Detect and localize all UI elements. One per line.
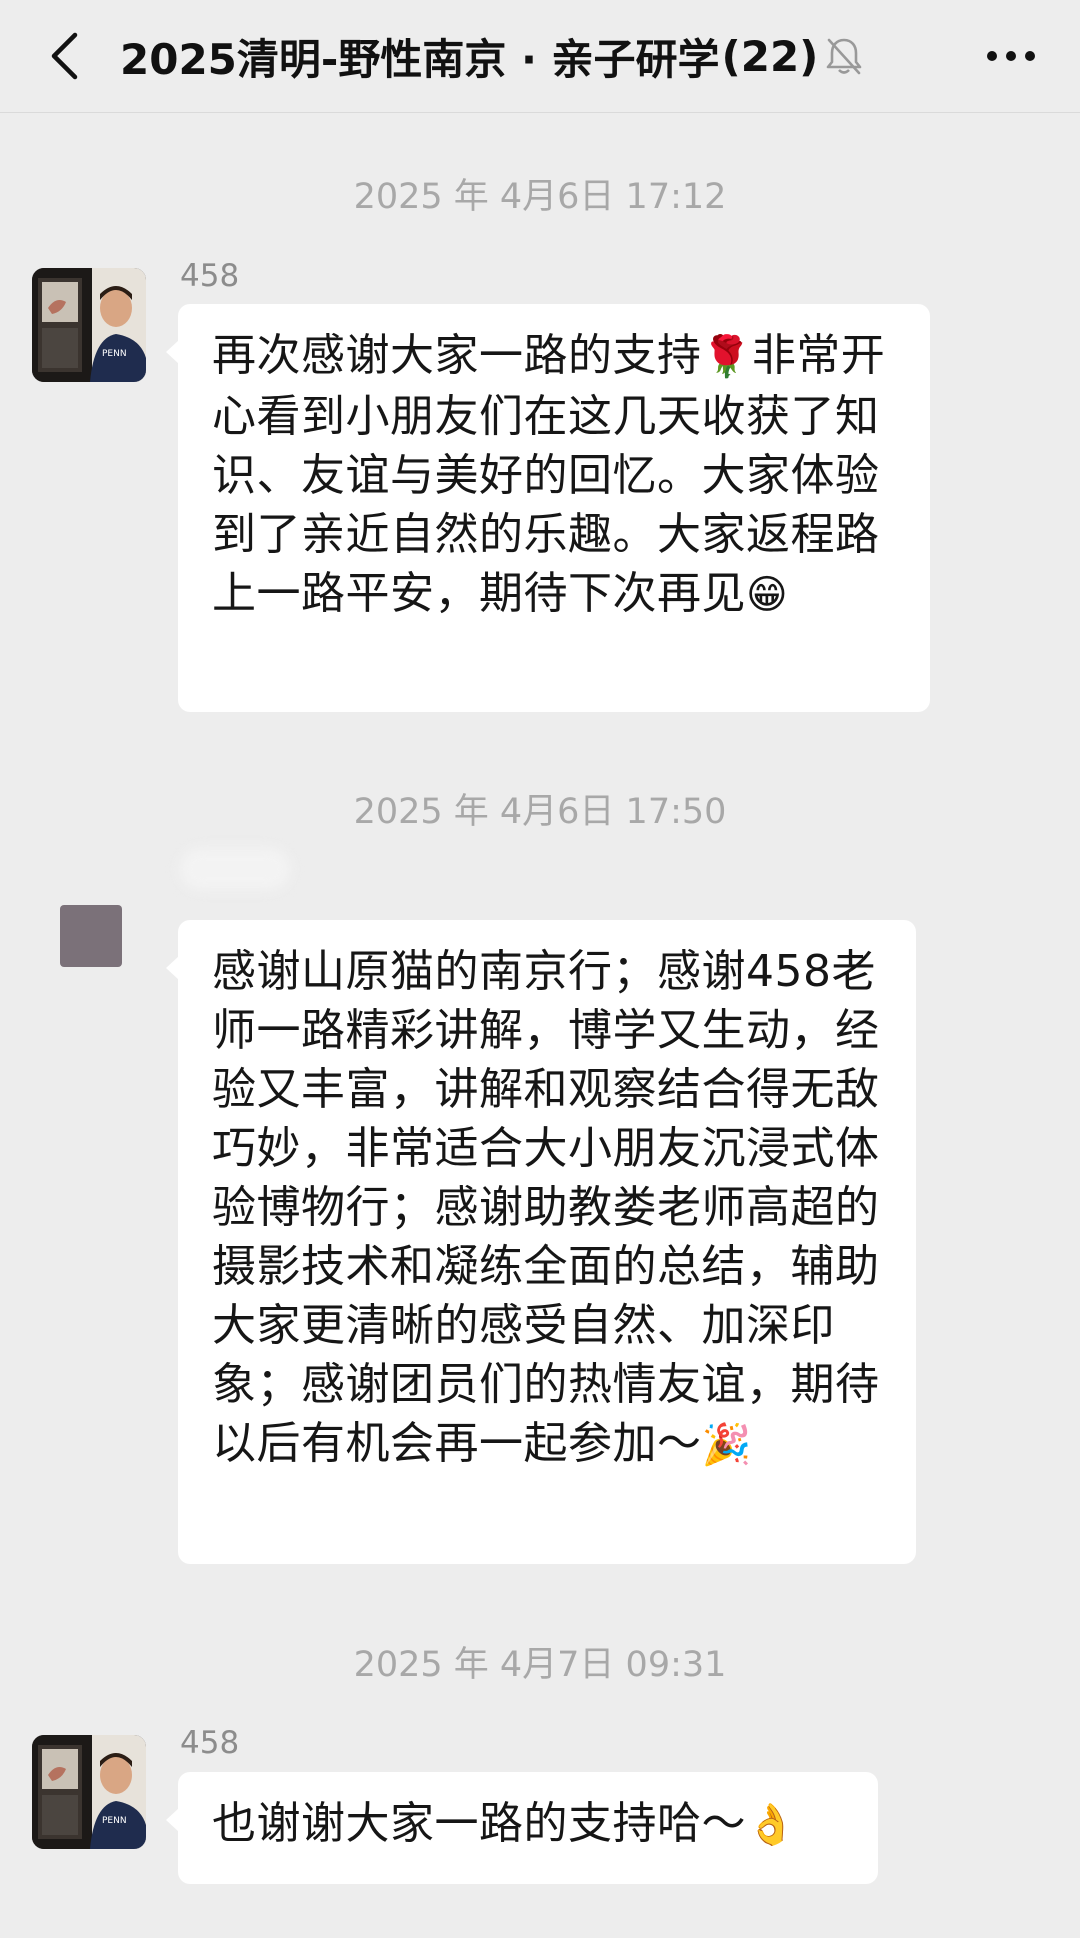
- back-button[interactable]: [34, 24, 94, 88]
- timestamp: 2025 年 4月6日 17:12: [353, 177, 727, 217]
- member-count: (22): [721, 31, 819, 81]
- more-dots-icon: [987, 51, 997, 61]
- message-bubble[interactable]: 感谢山原猫的南京行；感谢458老师一路精彩讲解，博学又生动，经验又丰富，讲解和观…: [166, 920, 916, 1564]
- timestamp: 2025 年 4月7日 09:31: [353, 1645, 727, 1685]
- chat-title-area[interactable]: 2025清明-野性南京 · 亲子研学 (22): [120, 26, 864, 86]
- message-text: 也谢谢大家一路的支持哈～: [212, 1798, 746, 1849]
- party-popper-emoji: 🎉: [701, 1422, 752, 1468]
- message-text: 感谢山原猫的南京行；感谢458老师一路精彩讲解，博学又生动，经验又丰富，讲解和观…: [212, 946, 880, 1469]
- more-dot: [1025, 51, 1035, 61]
- message-text: 再次感谢大家一路的支持: [212, 330, 702, 381]
- chat-header: 2025清明-野性南京 · 亲子研学 (22): [0, 0, 1080, 113]
- avatar[interactable]: [60, 905, 122, 967]
- avatar[interactable]: PENN: [32, 268, 146, 382]
- chevron-left-icon: [51, 32, 78, 80]
- more-button[interactable]: [976, 26, 1046, 86]
- timestamp: 2025 年 4月6日 17:50: [353, 792, 727, 832]
- ok-hand-emoji: 👌: [746, 1802, 797, 1848]
- sender-name-redacted: [180, 848, 290, 890]
- grin-emoji: 😁: [746, 572, 789, 618]
- message-bubble[interactable]: 再次感谢大家一路的支持🌹非常开心看到小朋友们在这几天收获了知识、友谊与美好的回忆…: [166, 304, 930, 712]
- avatar[interactable]: PENN: [32, 1735, 146, 1849]
- bell-muted-icon: [824, 35, 864, 77]
- chat-title: 2025清明-野性南京 · 亲子研学: [120, 34, 720, 84]
- svg-text:PENN: PENN: [102, 349, 127, 359]
- sender-name: 458: [180, 258, 240, 294]
- sender-name: 458: [180, 1725, 240, 1761]
- message-bubble[interactable]: 也谢谢大家一路的支持哈～👌: [166, 1772, 878, 1884]
- svg-text:PENN: PENN: [102, 1816, 127, 1826]
- more-dot: [1006, 51, 1016, 61]
- rose-emoji: 🌹: [701, 334, 752, 380]
